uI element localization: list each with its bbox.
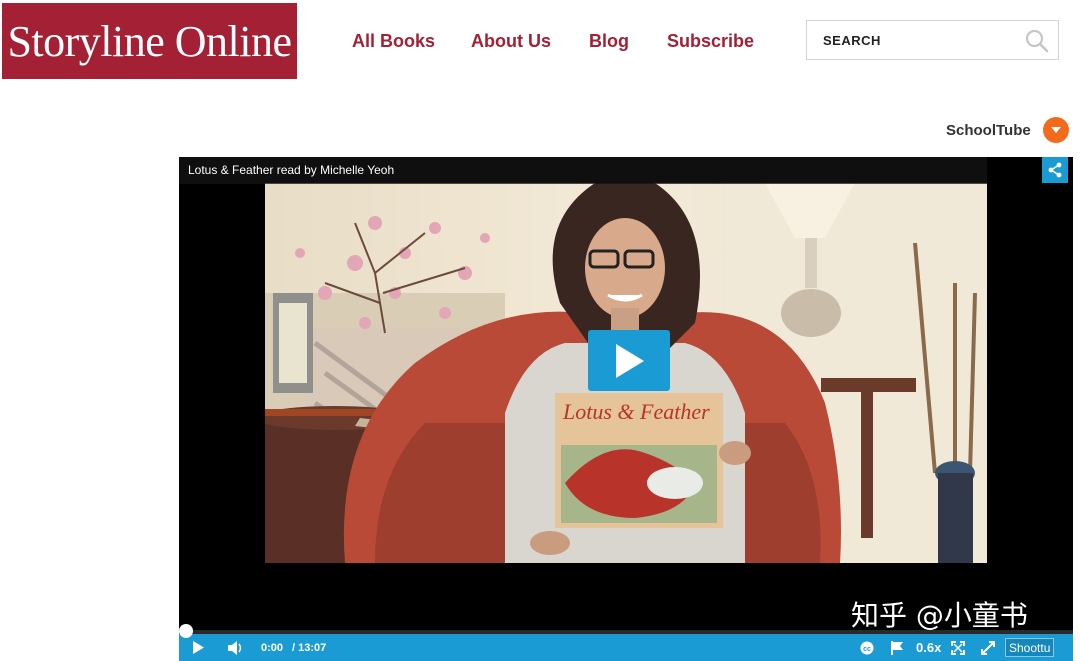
play-icon bbox=[193, 641, 204, 654]
schooltube-label: SchoolTube bbox=[946, 121, 1031, 139]
duration: / 13:07 bbox=[292, 641, 327, 654]
flag-button[interactable] bbox=[890, 634, 903, 661]
schooltube-dropdown-button[interactable] bbox=[1042, 117, 1069, 143]
schooltube-menu[interactable]: SchoolTube bbox=[946, 117, 1069, 143]
control-bar: 0:00 / 13:07 cc 0.6x Shoottu bbox=[179, 634, 1073, 661]
svg-text:cc: cc bbox=[863, 646, 871, 653]
fullscreen-button[interactable] bbox=[951, 634, 965, 661]
shoottu-badge[interactable]: Shoottu bbox=[1005, 638, 1055, 657]
nav-about-us[interactable]: About Us bbox=[471, 31, 551, 52]
progress-handle[interactable] bbox=[179, 624, 193, 638]
volume-icon bbox=[228, 640, 242, 655]
cc-icon: cc bbox=[860, 641, 874, 654]
search-icon[interactable] bbox=[1024, 28, 1050, 54]
expand-icon bbox=[981, 640, 995, 655]
play-button[interactable] bbox=[192, 634, 204, 661]
search-input[interactable] bbox=[807, 21, 1017, 59]
expand-button[interactable] bbox=[981, 634, 995, 661]
share-icon bbox=[1048, 162, 1062, 178]
big-play-button[interactable] bbox=[588, 330, 670, 391]
logo-text: Storyline Online bbox=[7, 16, 292, 66]
flag-icon bbox=[891, 640, 903, 655]
play-icon bbox=[616, 343, 644, 378]
chevron-down-icon bbox=[1050, 127, 1061, 133]
book-cover-title: Lotus & Feather bbox=[562, 399, 710, 424]
video-player[interactable]: Lotus & Feather read by Michelle Yeoh Lo… bbox=[179, 157, 1073, 661]
fullscreen-icon bbox=[951, 640, 965, 655]
speed-button[interactable]: 0.6x bbox=[916, 634, 941, 661]
cc-button[interactable]: cc bbox=[860, 634, 874, 661]
nav-all-books[interactable]: All Books bbox=[352, 31, 435, 52]
search-box bbox=[806, 20, 1059, 60]
nav-subscribe[interactable]: Subscribe bbox=[667, 31, 754, 52]
site-header: Storyline Online All Books About Us Blog… bbox=[0, 0, 1080, 95]
site-logo[interactable]: Storyline Online bbox=[2, 3, 297, 79]
volume-button[interactable] bbox=[227, 634, 244, 661]
video-title: Lotus & Feather read by Michelle Yeoh bbox=[179, 157, 987, 184]
current-time: 0:00 bbox=[261, 641, 284, 654]
share-button[interactable] bbox=[1042, 157, 1068, 183]
nav-blog[interactable]: Blog bbox=[589, 31, 629, 52]
watermark: 知乎 @小童书 bbox=[851, 599, 1028, 632]
